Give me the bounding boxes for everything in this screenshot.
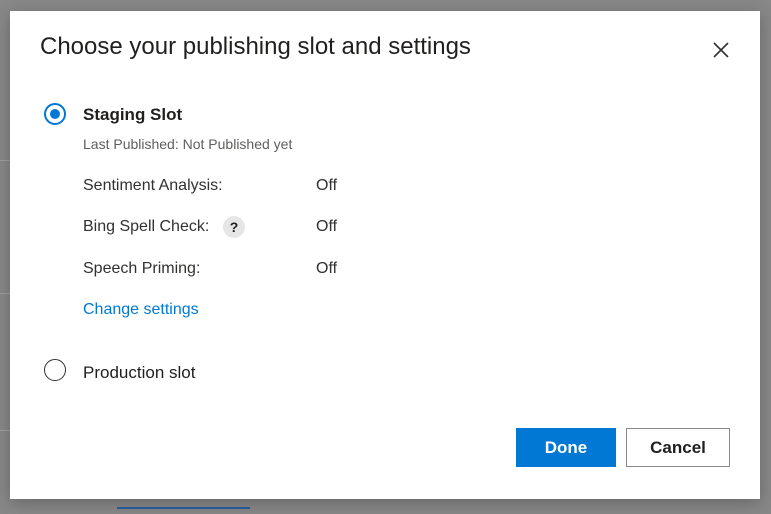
speech-priming-value: Off [316,260,338,277]
bing-spell-check-label: Bing Spell Check: [83,218,210,235]
sentiment-analysis-label: Sentiment Analysis: [83,177,223,194]
bing-spell-check-value: Off [316,218,338,235]
background-divider [0,160,10,161]
dialog-title: Choose your publishing slot and settings [40,33,471,60]
help-icon[interactable]: ? [223,216,245,238]
cancel-button[interactable]: Cancel [626,428,730,467]
production-slot-radio[interactable] [44,359,66,381]
change-settings-link[interactable]: Change settings [83,301,199,319]
publish-dialog: Choose your publishing slot and settings… [10,11,760,499]
last-published-text: Last Published: Not Published yet [83,136,293,152]
background-divider [0,430,10,431]
background-underline [117,507,250,509]
background-divider [0,293,10,294]
production-slot-label[interactable]: Production slot [83,363,195,383]
close-button[interactable] [706,35,736,65]
speech-priming-label: Speech Priming: [83,260,201,277]
sentiment-analysis-value: Off [316,177,338,194]
staging-slot-radio[interactable] [44,103,66,125]
close-icon [713,42,729,58]
staging-slot-label[interactable]: Staging Slot [83,105,182,125]
done-button[interactable]: Done [516,428,616,467]
